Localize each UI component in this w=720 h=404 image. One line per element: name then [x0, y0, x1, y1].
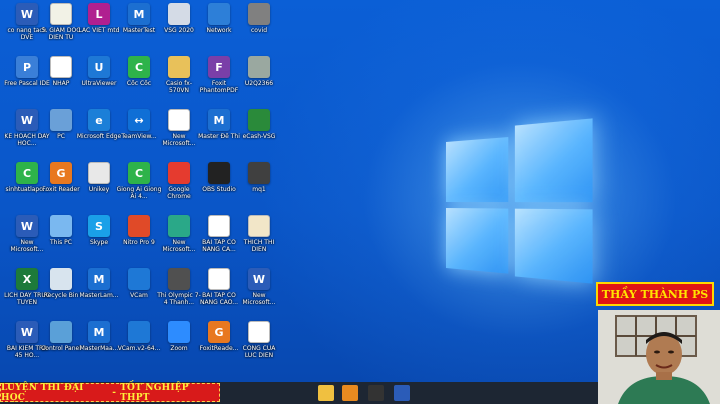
presenter-name-box: THẦY THÀNH PS [596, 282, 714, 306]
desktop-icon[interactable]: eCash-VSG [236, 109, 282, 161]
this-pc-icon [50, 215, 72, 237]
desktop-icon-label: covid [236, 27, 282, 41]
zoom-icon [168, 321, 190, 343]
desktop-icon-label: THICH THI DIEN [236, 239, 282, 253]
desktop-icon[interactable]: CONG CUA LUC DIEN [236, 321, 282, 373]
master-icon: M [208, 109, 230, 131]
word-doc-icon: W [16, 3, 38, 25]
ecash-icon [248, 109, 270, 131]
banner-separator: - [112, 388, 116, 398]
user-icon [50, 109, 72, 131]
mastertest-icon: M [128, 3, 150, 25]
word-doc-icon: W [16, 215, 38, 237]
vcam-icon [128, 268, 150, 290]
vcam-icon [128, 321, 150, 343]
obs-icon [208, 162, 230, 184]
store-icon[interactable] [342, 385, 358, 401]
coccoc-icon: C [128, 56, 150, 78]
chrome-icon [168, 162, 190, 184]
desktop-icon-label: New Microsoft... [236, 292, 282, 306]
banner-left-text: LUYỆN THI ĐẠI HỌC [1, 383, 108, 403]
foxit-reader-icon: G [50, 162, 72, 184]
presenter-video [598, 310, 720, 404]
desktop-icon-label: CONG CUA LUC DIEN [236, 345, 282, 359]
control-panel-icon [50, 321, 72, 343]
teamviewer-icon: ↔ [128, 109, 150, 131]
document-icon [208, 268, 230, 290]
presenter-name: THẦY THÀNH PS [602, 288, 708, 301]
word-icon[interactable] [394, 385, 410, 401]
word-doc-icon: W [16, 109, 38, 131]
recycle-bin-icon [50, 268, 72, 290]
file-explorer-icon[interactable] [318, 385, 334, 401]
desktop-icon[interactable]: W New Microsoft... [236, 268, 282, 320]
webcam-overlay [598, 310, 720, 404]
desktop-icon[interactable]: covid [236, 3, 282, 55]
keyboard-icon [88, 162, 110, 184]
ultraviewer-icon: U [88, 56, 110, 78]
promo-banner: LUYỆN THI ĐẠI HỌC - TỐT NGHIỆP THPT [0, 383, 220, 402]
document-icon [248, 321, 270, 343]
desktop-icon-label: U2Q2366 [236, 80, 282, 94]
nitro-icon [128, 215, 150, 237]
excel-doc-icon: X [16, 268, 38, 290]
desktop-icon-label: mq1 [236, 186, 282, 200]
word-doc-icon: W [16, 321, 38, 343]
master-icon: M [88, 321, 110, 343]
image-icon [248, 162, 270, 184]
coccoc-icon: C [128, 162, 150, 184]
document-icon [208, 215, 230, 237]
document-icon [50, 56, 72, 78]
banner-right-text: TỐT NGHIỆP THPT [120, 383, 219, 403]
image-icon [168, 268, 190, 290]
pdf-icon: F [208, 56, 230, 78]
folder-icon [168, 56, 190, 78]
document-icon [168, 109, 190, 131]
network-icon [208, 3, 230, 25]
vsg-icon [168, 3, 190, 25]
pascal-icon: P [16, 56, 38, 78]
document-icon [50, 3, 72, 25]
desktop-icon[interactable]: THICH THI DIEN [236, 215, 282, 267]
lacviet-icon: L [88, 3, 110, 25]
skype-icon: S [88, 215, 110, 237]
image-icon [248, 56, 270, 78]
folder-image-icon [248, 3, 270, 25]
word-doc-icon: W [248, 268, 270, 290]
document-icon [248, 215, 270, 237]
desktop-icon[interactable]: mq1 [236, 162, 282, 214]
image-icon [168, 215, 190, 237]
master-icon: M [88, 268, 110, 290]
coccoc-icon: C [16, 162, 38, 184]
windows-logo [446, 118, 595, 284]
desktop-icon-label: eCash-VSG [236, 133, 282, 147]
foxit-reader-icon: G [208, 321, 230, 343]
desktop-icon[interactable]: U2Q2366 [236, 56, 282, 108]
obs-icon[interactable] [368, 385, 384, 401]
edge-icon: e [88, 109, 110, 131]
